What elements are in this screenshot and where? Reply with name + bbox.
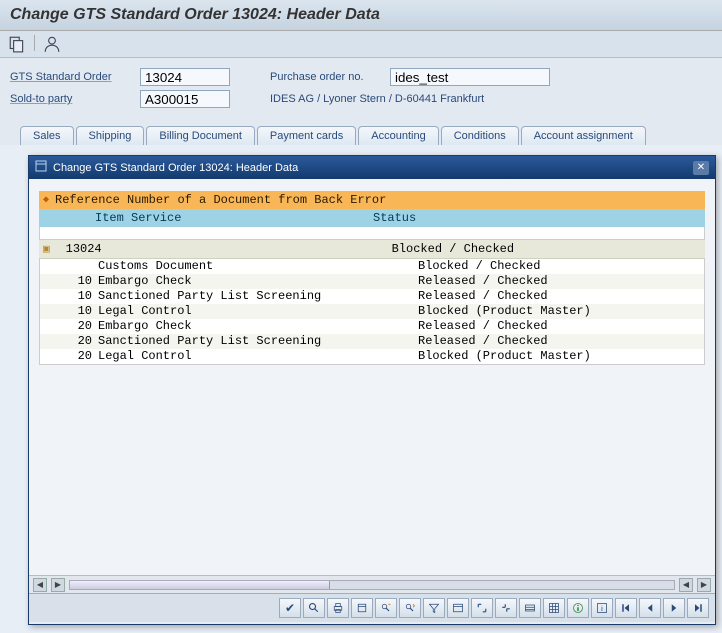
scroll-thumb[interactable] bbox=[70, 581, 330, 589]
download-icon[interactable] bbox=[351, 598, 373, 618]
collapse-icon[interactable] bbox=[495, 598, 517, 618]
table-row: Customs Document Blocked / Checked bbox=[40, 259, 704, 274]
row-status: Released / Checked bbox=[418, 334, 700, 349]
tab-accounting[interactable]: Accounting bbox=[358, 126, 438, 145]
group-id: 13024 bbox=[56, 242, 386, 256]
collapse-icon[interactable]: ◆ bbox=[43, 194, 49, 206]
group-status: Blocked / Checked bbox=[392, 242, 701, 256]
tab-payment[interactable]: Payment cards bbox=[257, 126, 356, 145]
find-icon[interactable] bbox=[375, 598, 397, 618]
row-item: 10 bbox=[44, 304, 98, 319]
po-label: Purchase order no. bbox=[270, 71, 390, 83]
row-service: Embargo Check bbox=[98, 274, 418, 289]
soldto-value-input[interactable] bbox=[140, 90, 230, 108]
window-icon bbox=[35, 160, 47, 175]
order-value-input[interactable] bbox=[140, 68, 230, 86]
tab-sales[interactable]: Sales bbox=[20, 126, 74, 145]
expand-icon[interactable] bbox=[471, 598, 493, 618]
modal-titlebar: Change GTS Standard Order 13024: Header … bbox=[29, 156, 715, 179]
person-icon[interactable] bbox=[43, 35, 61, 53]
close-icon[interactable]: ✕ bbox=[693, 161, 709, 175]
row-service: Sanctioned Party List Screening bbox=[98, 289, 418, 304]
row-status: Blocked / Checked bbox=[418, 259, 700, 274]
svg-text:i: i bbox=[601, 604, 603, 613]
row-service: Embargo Check bbox=[98, 319, 418, 334]
sum-icon[interactable] bbox=[447, 598, 469, 618]
data-table: Customs Document Blocked / Checked 10 Em… bbox=[39, 259, 705, 365]
tab-billing[interactable]: Billing Document bbox=[146, 126, 255, 145]
search-icon[interactable] bbox=[303, 598, 325, 618]
table-row: 10 Embargo Check Released / Checked bbox=[40, 274, 704, 289]
col-status: Status bbox=[373, 211, 701, 225]
folder-icon: ▣ bbox=[43, 242, 50, 256]
reference-header-text: Reference Number of a Document from Back… bbox=[55, 193, 386, 207]
po-value-input[interactable] bbox=[390, 68, 550, 86]
table-row: 10 Legal Control Blocked (Product Master… bbox=[40, 304, 704, 319]
header-form: GTS Standard Order Purchase order no. So… bbox=[0, 58, 722, 118]
row-status: Blocked (Product Master) bbox=[418, 304, 700, 319]
filter-icon[interactable] bbox=[423, 598, 445, 618]
help-icon[interactable]: i bbox=[591, 598, 613, 618]
check-icon[interactable]: ✔ bbox=[279, 598, 301, 618]
row-item bbox=[44, 259, 98, 274]
row-item: 10 bbox=[44, 289, 98, 304]
table-row: 20 Embargo Check Released / Checked bbox=[40, 319, 704, 334]
grid-icon[interactable] bbox=[543, 598, 565, 618]
tab-shipping[interactable]: Shipping bbox=[76, 126, 145, 145]
separator bbox=[34, 35, 35, 51]
row-status: Released / Checked bbox=[418, 289, 700, 304]
row-item: 10 bbox=[44, 274, 98, 289]
row-status: Released / Checked bbox=[418, 319, 700, 334]
prev-icon[interactable] bbox=[639, 598, 661, 618]
scroll-track[interactable] bbox=[69, 580, 675, 590]
row-service: Legal Control bbox=[98, 304, 418, 319]
tab-conditions[interactable]: Conditions bbox=[441, 126, 519, 145]
soldto-text: IDES AG / Lyoner Stern / D-60441 Frankfu… bbox=[270, 93, 484, 105]
reference-header: ◆ Reference Number of a Document from Ba… bbox=[39, 191, 705, 209]
horizontal-scrollbar: ◀ ▶ ◀ ▶ bbox=[29, 575, 715, 593]
other-document-icon[interactable] bbox=[8, 35, 26, 53]
table-row: 20 Legal Control Blocked (Product Master… bbox=[40, 349, 704, 364]
row-item: 20 bbox=[44, 334, 98, 349]
order-label[interactable]: GTS Standard Order bbox=[10, 71, 140, 83]
row-status: Released / Checked bbox=[418, 274, 700, 289]
modal-body: ◆ Reference Number of a Document from Ba… bbox=[29, 179, 715, 575]
first-icon[interactable] bbox=[615, 598, 637, 618]
app-toolbar bbox=[0, 31, 722, 58]
scroll-right2-icon[interactable]: ▶ bbox=[697, 578, 711, 592]
column-header: Item Service Status bbox=[39, 209, 705, 227]
row-status: Blocked (Product Master) bbox=[418, 349, 700, 364]
row-item: 20 bbox=[44, 319, 98, 334]
table-row: 10 Sanctioned Party List Screening Relea… bbox=[40, 289, 704, 304]
col-itemservice: Item Service bbox=[43, 211, 373, 225]
next-icon[interactable] bbox=[663, 598, 685, 618]
find-next-icon[interactable] bbox=[399, 598, 421, 618]
tab-strip: Sales Shipping Billing Document Payment … bbox=[0, 118, 722, 145]
row-service: Customs Document bbox=[98, 259, 418, 274]
row-service: Sanctioned Party List Screening bbox=[98, 334, 418, 349]
scroll-left-icon[interactable]: ◀ bbox=[33, 578, 47, 592]
scroll-left2-icon[interactable]: ◀ bbox=[679, 578, 693, 592]
print-icon[interactable] bbox=[327, 598, 349, 618]
table-row: 20 Sanctioned Party List Screening Relea… bbox=[40, 334, 704, 349]
row-item: 20 bbox=[44, 349, 98, 364]
modal-title-text: Change GTS Standard Order 13024: Header … bbox=[53, 162, 298, 174]
scroll-right-icon[interactable]: ▶ bbox=[51, 578, 65, 592]
spacer bbox=[39, 227, 705, 239]
group-row[interactable]: ▣ 13024 Blocked / Checked bbox=[39, 239, 705, 259]
info-icon[interactable] bbox=[567, 598, 589, 618]
page-title: Change GTS Standard Order 13024: Header … bbox=[0, 0, 722, 31]
modal-dialog: Change GTS Standard Order 13024: Header … bbox=[28, 155, 716, 625]
layout-icon[interactable] bbox=[519, 598, 541, 618]
last-icon[interactable] bbox=[687, 598, 709, 618]
soldto-label[interactable]: Sold-to party bbox=[10, 93, 140, 105]
tab-account-assignment[interactable]: Account assignment bbox=[521, 126, 646, 145]
modal-footer-toolbar: ✔ bbox=[29, 593, 715, 622]
row-service: Legal Control bbox=[98, 349, 418, 364]
